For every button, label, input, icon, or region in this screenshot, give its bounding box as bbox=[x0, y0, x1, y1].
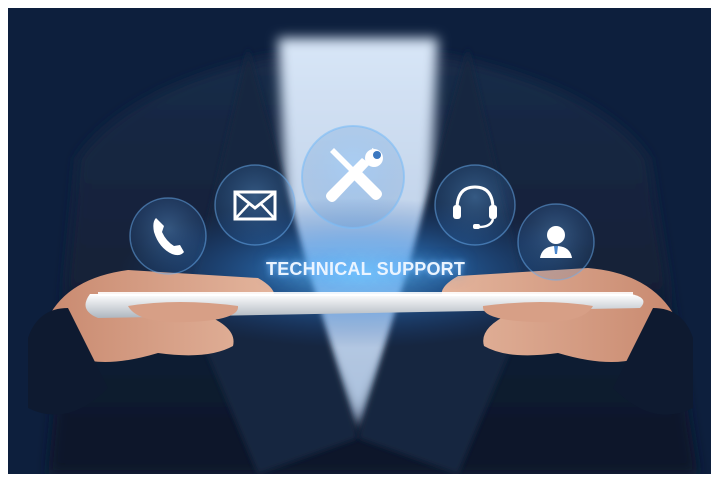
technical-support-label: TECHNICAL SUPPORT bbox=[266, 259, 466, 279]
scene-illustration bbox=[8, 8, 711, 474]
stock-photo: TECHNICAL SUPPORT bbox=[8, 8, 711, 474]
image-frame: TECHNICAL SUPPORT bbox=[0, 0, 720, 482]
